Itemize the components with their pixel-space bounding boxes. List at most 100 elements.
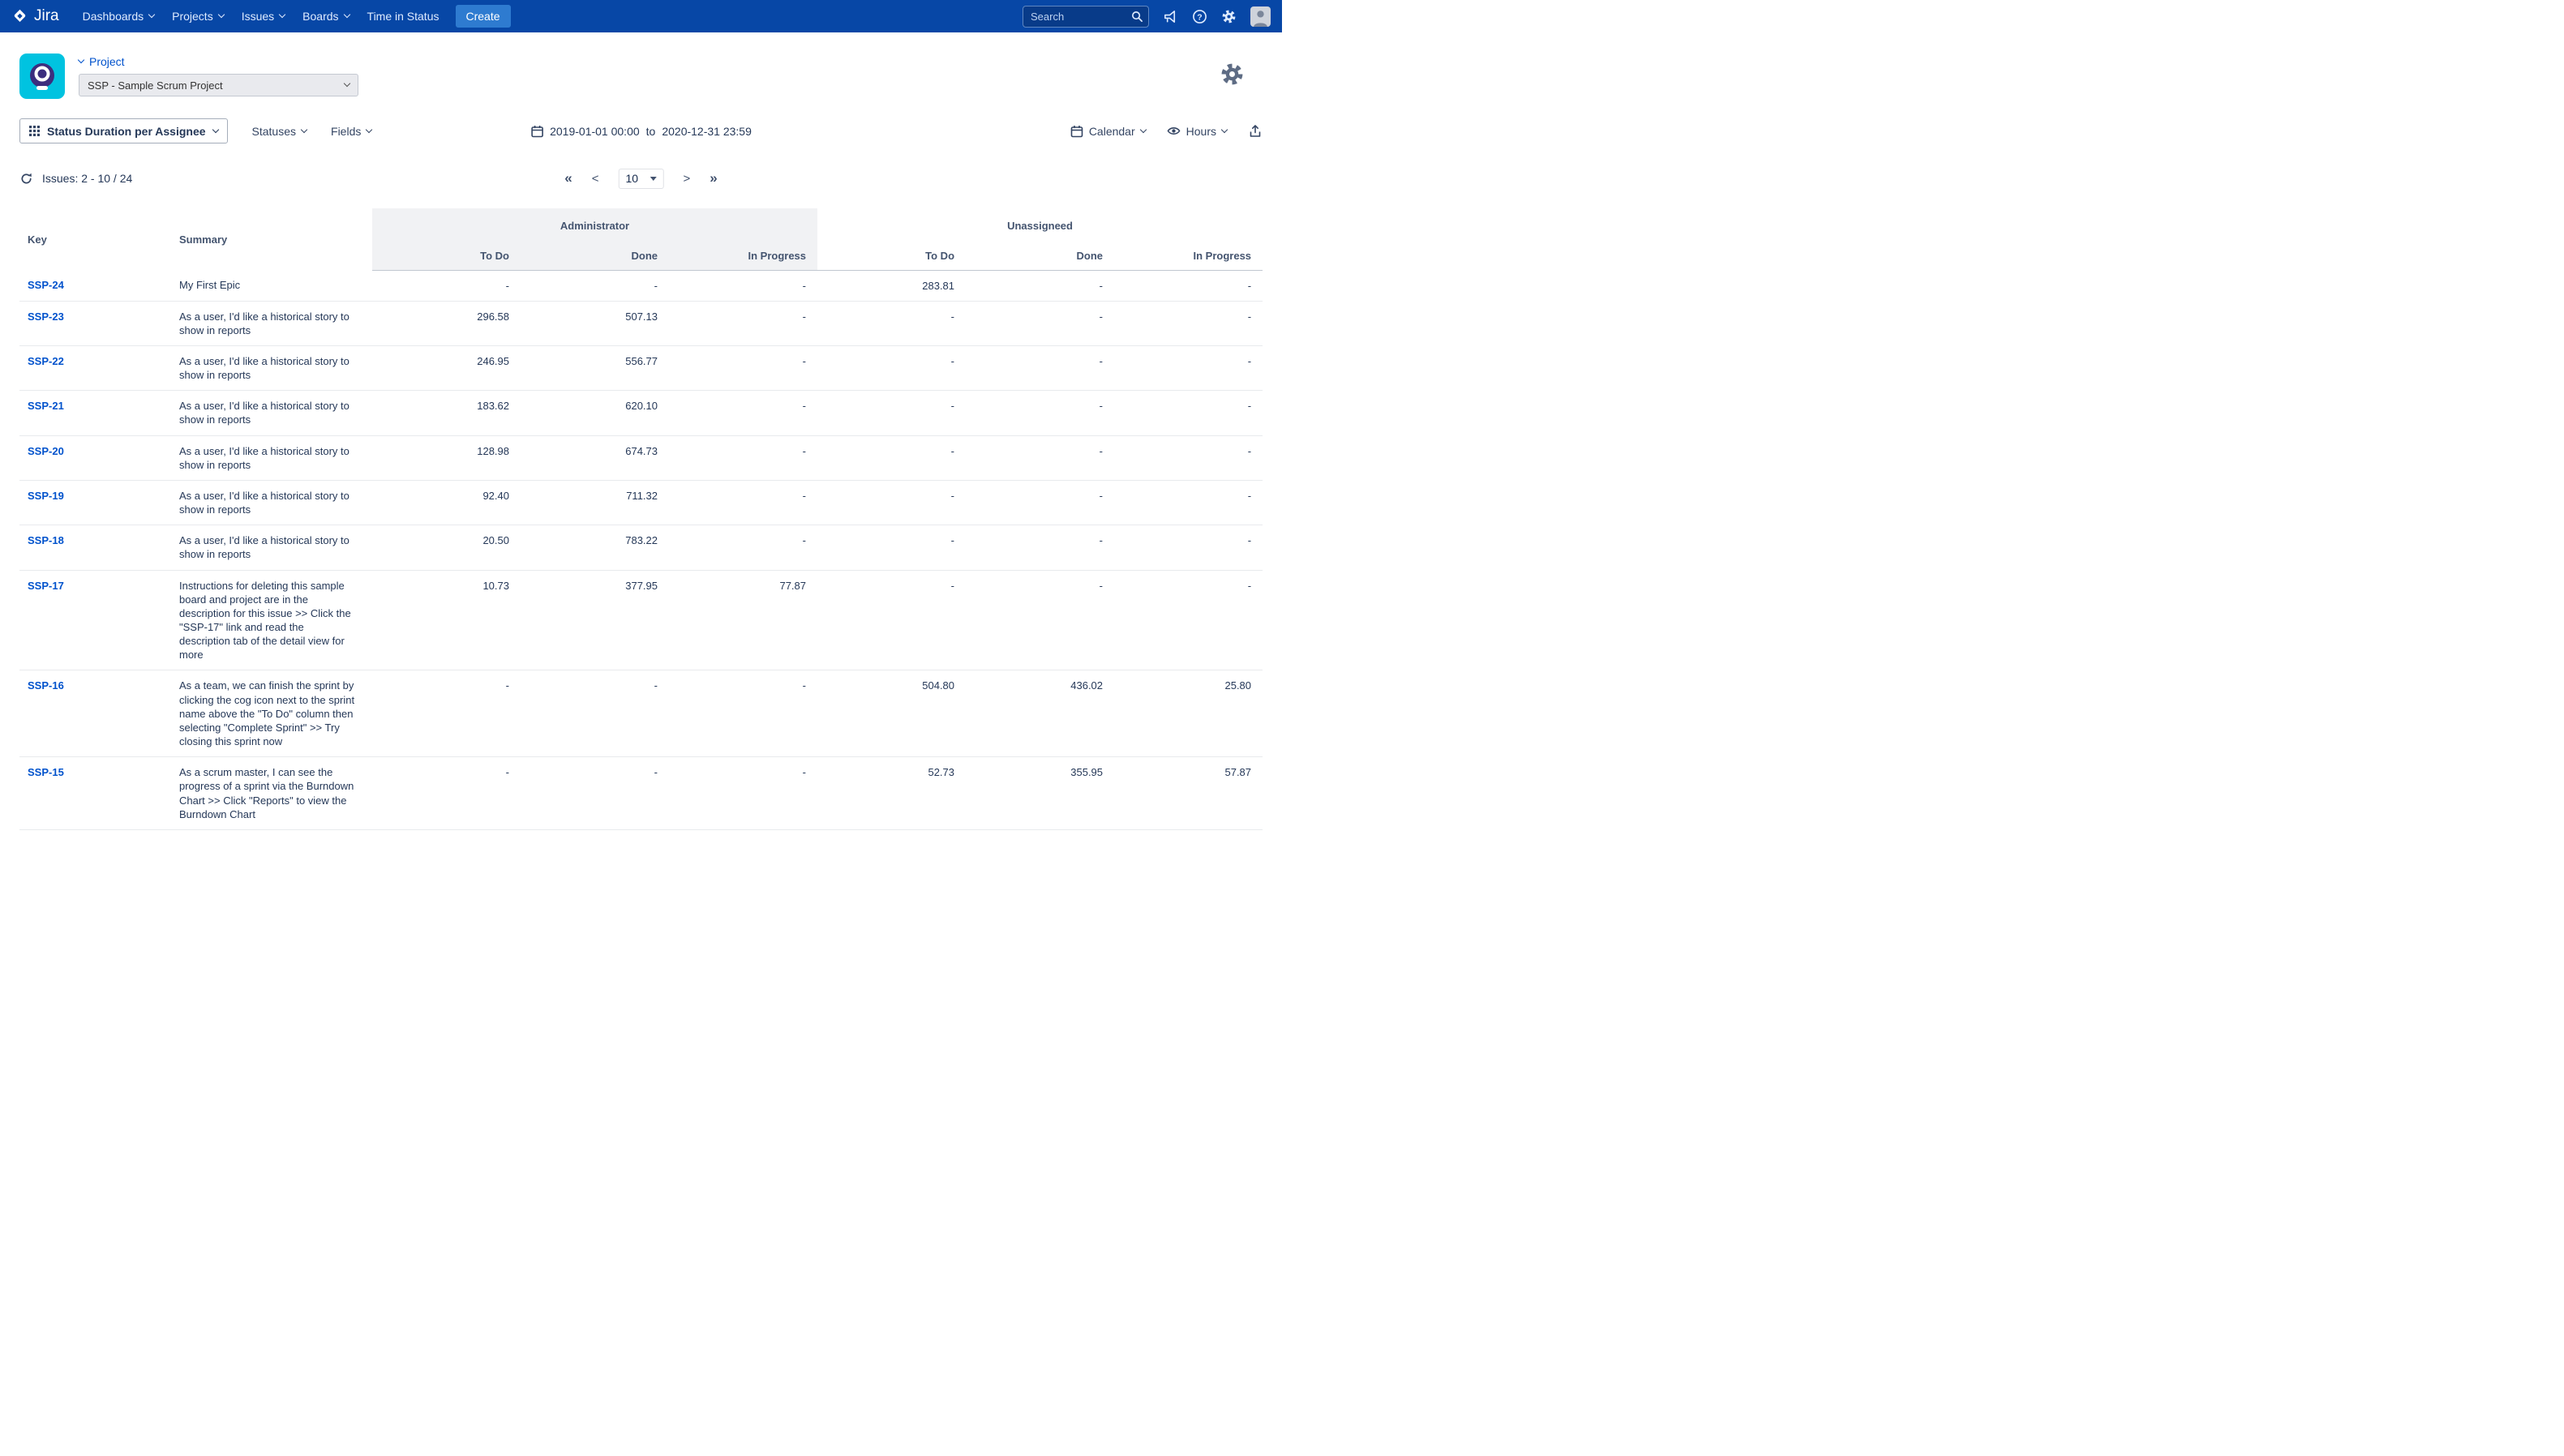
table-row: SSP-19As a user, I'd like a historical s…: [19, 480, 1263, 525]
duration-cell: -: [966, 345, 1114, 390]
issue-key-link[interactable]: SSP-24: [28, 279, 64, 291]
duration-cell: -: [966, 570, 1114, 670]
issue-key-link[interactable]: SSP-16: [28, 679, 64, 692]
calendar-icon: [1070, 125, 1083, 138]
refresh-icon[interactable]: [19, 172, 33, 186]
statuses-dropdown[interactable]: Statuses: [252, 125, 307, 138]
status-duration-table: Key Summary Administrator Unassigneed To…: [19, 208, 1263, 830]
duration-cell: -: [1114, 435, 1263, 480]
issue-summary: As a user, I'd like a historical story t…: [171, 435, 372, 480]
duration-cell: 128.98: [372, 435, 521, 480]
page-size-select[interactable]: 10: [619, 169, 664, 189]
table-row: SSP-22 As a user, I'd like a historical s…: [19, 345, 1263, 390]
chevron-down-icon: [1221, 126, 1228, 132]
help-icon[interactable]: ?: [1192, 9, 1207, 24]
jira-brand[interactable]: Jira: [11, 7, 59, 25]
duration-cell: 504.80: [817, 670, 966, 757]
hours-label: Hours: [1186, 125, 1216, 138]
duration-cell: 52.73: [817, 757, 966, 830]
duration-cell: -: [817, 345, 966, 390]
group-header-unassigned: Unassigneed: [817, 208, 1263, 242]
duration-cell: -: [817, 391, 966, 435]
issue-key-link[interactable]: SSP-15: [28, 766, 64, 778]
export-icon[interactable]: [1248, 124, 1263, 139]
issue-key-link[interactable]: SSP-21: [28, 400, 64, 412]
duration-cell: 556.77: [521, 345, 669, 390]
calendar-mode-label: Calendar: [1089, 125, 1135, 138]
duration-cell: 377.95: [521, 570, 669, 670]
column-header-done: Done: [966, 242, 1114, 270]
chevron-down-icon: [343, 11, 349, 18]
issue-key-link[interactable]: SSP-19: [28, 490, 64, 502]
project-select-value: SSP - Sample Scrum Project: [88, 79, 223, 92]
issue-key-link[interactable]: SSP-17: [28, 580, 64, 592]
report-type-button[interactable]: Status Duration per Assignee: [19, 118, 228, 143]
duration-cell: -: [521, 270, 669, 301]
duration-cell: -: [1114, 570, 1263, 670]
issue-key-link[interactable]: SSP-20: [28, 445, 64, 457]
issue-summary: As a user, I'd like a historical story t…: [171, 301, 372, 345]
duration-cell: -: [817, 480, 966, 525]
report-settings-gear-icon[interactable]: [1220, 62, 1245, 87]
duration-cell: -: [521, 670, 669, 757]
create-button[interactable]: Create: [456, 5, 511, 28]
project-label: Project: [89, 55, 125, 68]
issue-key-link[interactable]: SSP-18: [28, 534, 64, 546]
table-row: SSP-21 As a user, I'd like a historical s…: [19, 391, 1263, 435]
issue-summary: As a user, I'd like a historical story t…: [171, 391, 372, 435]
nav-item-projects[interactable]: Projects: [163, 0, 233, 32]
duration-cell: 674.73: [521, 435, 669, 480]
first-page-button[interactable]: «: [564, 170, 572, 186]
nav-item-dashboards[interactable]: Dashboards: [74, 0, 164, 32]
duration-cell: 20.50: [372, 525, 521, 570]
duration-cell: 77.87: [669, 570, 817, 670]
issue-summary: My First Epic: [171, 270, 372, 301]
statuses-label: Statuses: [252, 125, 296, 138]
pagination: « < 10 > »: [564, 169, 717, 189]
issue-summary: As a user, I'd like a historical story t…: [171, 525, 372, 570]
nav-item-boards[interactable]: Boards: [294, 0, 358, 32]
date-from: 2019-01-01 00:00: [550, 125, 640, 138]
duration-cell: 783.22: [521, 525, 669, 570]
duration-cell: -: [669, 391, 817, 435]
table-row: SSP-17 Instructions for deleting this sam…: [19, 570, 1263, 670]
date-range-picker[interactable]: 2019-01-01 00:00 to 2020-12-31 23:59: [530, 125, 752, 138]
project-section-toggle[interactable]: Project: [79, 55, 358, 68]
duration-cell: -: [966, 435, 1114, 480]
duration-cell: -: [669, 301, 817, 345]
eye-icon: [1167, 124, 1181, 138]
project-select[interactable]: SSP - Sample Scrum Project: [79, 74, 358, 96]
duration-cell: -: [1114, 345, 1263, 390]
hours-display-dropdown[interactable]: Hours: [1167, 124, 1227, 138]
nav-item-issues[interactable]: Issues: [233, 0, 294, 32]
issue-key-link[interactable]: SSP-23: [28, 310, 64, 323]
table-row: SSP-15As a scrum master, I can see the p…: [19, 757, 1263, 830]
search-input[interactable]: [1023, 6, 1149, 28]
prev-page-button[interactable]: <: [592, 172, 599, 186]
duration-cell: -: [1114, 301, 1263, 345]
calendar-mode-dropdown[interactable]: Calendar: [1070, 125, 1146, 138]
table-row: SSP-23 As a user, I'd like a historical s…: [19, 301, 1263, 345]
issue-summary: Instructions for deleting this sample bo…: [171, 570, 372, 670]
duration-cell: 92.40: [372, 480, 521, 525]
next-page-button[interactable]: >: [684, 172, 691, 186]
duration-cell: -: [1114, 270, 1263, 301]
duration-cell: 296.58: [372, 301, 521, 345]
issue-key-link[interactable]: SSP-22: [28, 355, 64, 367]
duration-cell: -: [966, 301, 1114, 345]
issues-bar: Issues: 2 - 10 / 24 « < 10 > »: [19, 168, 1263, 189]
fields-dropdown[interactable]: Fields: [331, 125, 371, 138]
duration-cell: 10.73: [372, 570, 521, 670]
feedback-megaphone-icon[interactable]: [1163, 9, 1178, 24]
column-header-summary: Summary: [171, 208, 372, 270]
grid-icon: [29, 126, 40, 136]
settings-gear-icon[interactable]: [1221, 9, 1237, 24]
issue-summary: As a user, I'd like a historical story t…: [171, 345, 372, 390]
fields-label: Fields: [331, 125, 361, 138]
duration-cell: -: [669, 525, 817, 570]
duration-cell: 711.32: [521, 480, 669, 525]
last-page-button[interactable]: »: [710, 170, 717, 186]
top-navbar: Jira Dashboards Projects Issues Boards T…: [0, 0, 1282, 32]
user-avatar[interactable]: [1250, 6, 1271, 27]
nav-item-time-in-status[interactable]: Time in Status: [358, 0, 448, 32]
